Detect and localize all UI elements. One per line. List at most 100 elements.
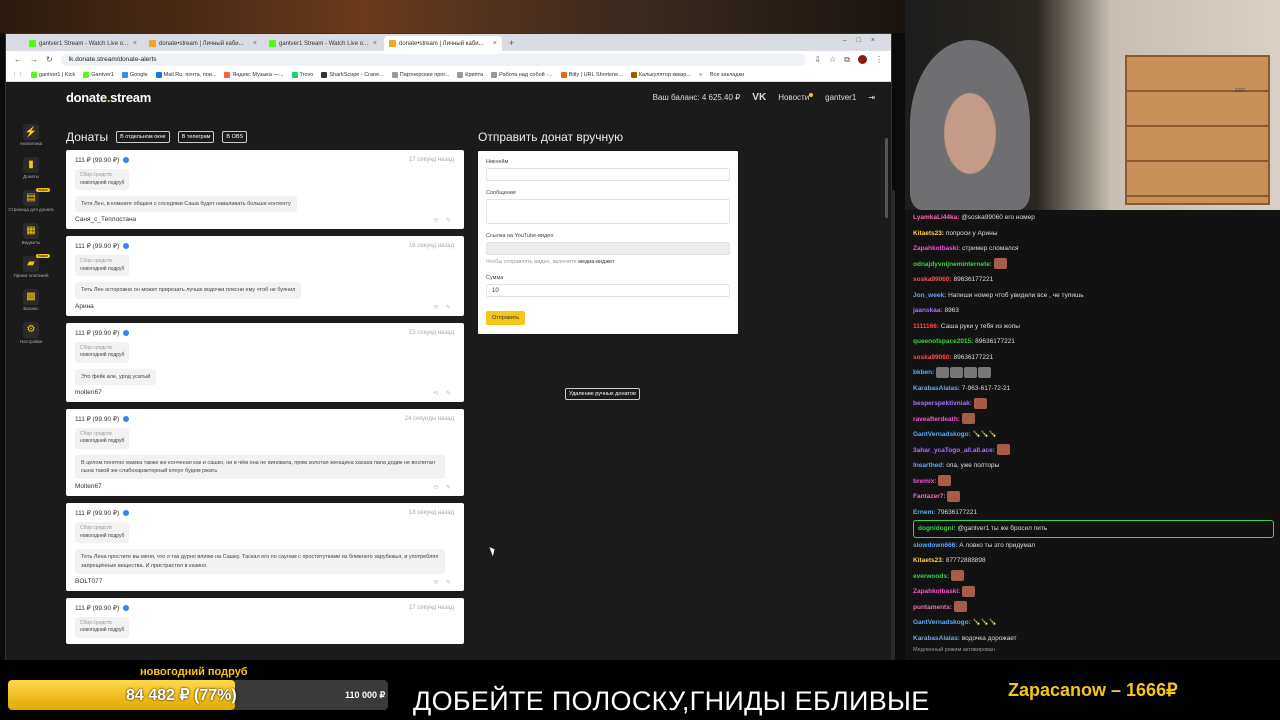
apps-icon[interactable]: ⋮⋮ bbox=[12, 72, 23, 78]
window-controls[interactable]: –□× bbox=[843, 37, 885, 44]
chat-username[interactable]: Kitaets23: bbox=[913, 557, 944, 564]
chat-username[interactable]: bkben: bbox=[913, 369, 934, 376]
forward-icon[interactable]: → bbox=[30, 55, 38, 64]
close-tab-icon[interactable]: × bbox=[493, 40, 497, 47]
sidebar-item[interactable]: ▩ Баланс bbox=[6, 288, 56, 312]
bookmark-item[interactable]: Gantver1 bbox=[83, 71, 114, 78]
browser-tab[interactable]: gantver1 Stream - Watch Live o... × bbox=[24, 36, 142, 51]
bookmark-item[interactable]: gantver1 | Kick bbox=[31, 71, 75, 78]
browser-tab[interactable]: donate•stream | Личный каби... × bbox=[144, 36, 262, 51]
page-scrollbar[interactable] bbox=[885, 130, 889, 645]
extensions-icon[interactable]: ⧉ bbox=[844, 55, 850, 65]
chat-username[interactable]: Zapahkolbaski: bbox=[913, 245, 960, 252]
chat-username[interactable]: Fantazer7: bbox=[913, 493, 946, 500]
sidebar-item[interactable]: ▮ Донаты bbox=[6, 156, 56, 180]
new-badge: Новое bbox=[35, 187, 50, 192]
chat-username[interactable]: 3ahar_ycaTogo_aIl.aIl.ace: bbox=[913, 447, 995, 454]
more-bookmarks-icon[interactable]: » bbox=[699, 72, 702, 78]
close-tab-icon[interactable]: × bbox=[373, 40, 377, 47]
chat-username[interactable]: slowdown666: bbox=[913, 542, 957, 549]
youtube-input bbox=[486, 242, 730, 255]
chat-username[interactable]: dognidogni: bbox=[918, 525, 956, 532]
nickname-input[interactable] bbox=[486, 168, 730, 181]
bookmark-item[interactable]: Mail.Ru: почта, пои... bbox=[155, 71, 216, 78]
close-tab-icon[interactable]: × bbox=[133, 40, 137, 47]
sum-input[interactable]: 10 bbox=[486, 284, 730, 297]
chat-username[interactable]: Inearthed: bbox=[913, 462, 944, 469]
bookmark-item[interactable]: Партнерские прог... bbox=[391, 71, 449, 78]
chat-username[interactable]: besperspektivniak: bbox=[913, 400, 972, 407]
chat-username[interactable]: puntaments: bbox=[913, 604, 952, 611]
news-link[interactable]: Новости bbox=[778, 92, 814, 102]
sidebar-item[interactable]: ⚙ Настройки bbox=[6, 321, 56, 345]
sidebar-item[interactable]: ⚡ Аналитика bbox=[6, 124, 56, 147]
url-input[interactable]: lk.donate.stream/donate-alerts bbox=[60, 53, 807, 66]
chat-username[interactable]: LyamkaLi44ka: bbox=[913, 214, 959, 221]
bookmark-item[interactable]: Крипта bbox=[457, 71, 484, 78]
delete-manual-donations-button[interactable]: Удаление ручных донатов bbox=[565, 388, 640, 400]
telegram-button[interactable]: В телеграм bbox=[177, 131, 215, 143]
open-window-button[interactable]: В отдельном окне bbox=[116, 131, 170, 143]
chat-username[interactable]: soska99060: bbox=[913, 276, 952, 283]
chat-username[interactable]: everwoods: bbox=[913, 573, 949, 580]
chat-username[interactable]: bremix: bbox=[913, 478, 936, 485]
bookmark-item[interactable]: Trovo bbox=[291, 71, 313, 78]
browser-tab[interactable]: gantver1 Stream - Watch Live o... × bbox=[264, 36, 382, 51]
bookmark-item[interactable]: SharkScope - Crane... bbox=[321, 71, 384, 78]
bookmark-item[interactable]: Яндекс Музыка —... bbox=[224, 71, 284, 78]
chat-username[interactable]: Kitaets23: bbox=[913, 230, 944, 237]
close-tab-icon[interactable]: × bbox=[253, 40, 257, 47]
chat-username[interactable]: GantVernadskogo: bbox=[913, 431, 971, 438]
back-icon[interactable]: ← bbox=[14, 55, 22, 64]
chat-message: dognidogni: @gantver1 ты же бросил пить bbox=[913, 520, 1274, 538]
bookmark-item[interactable]: Google bbox=[121, 71, 148, 78]
profile-avatar[interactable] bbox=[858, 55, 867, 64]
bookmark-label: Крипта bbox=[465, 71, 484, 78]
browser-tab[interactable]: donate•stream | Личный каби... × bbox=[384, 36, 502, 51]
donation-actions[interactable]: ⟲ ✎ bbox=[433, 484, 454, 491]
donation-card: 111 ₽ (99.90 ₽) 18 секунд назад Сбор средс… bbox=[66, 503, 464, 591]
chat-username[interactable]: Jon_week: bbox=[913, 292, 946, 299]
chat-scrollbar[interactable] bbox=[891, 190, 895, 660]
tab-strip: gantver1 Stream - Watch Live o... × donate… bbox=[6, 34, 891, 51]
sidebar-item[interactable]: ▦ Виджеты bbox=[6, 222, 56, 246]
chat-username[interactable]: jaanskaa: bbox=[913, 307, 943, 314]
donation-amount-text: 111 ₽ (99.90 ₽) bbox=[75, 415, 120, 423]
chat-username[interactable]: KarabasAlalas: bbox=[913, 385, 960, 392]
vk-icon[interactable]: VK bbox=[752, 92, 766, 103]
sidebar-item[interactable]: ▤ Страница для доната Новое bbox=[6, 187, 56, 213]
chat-username[interactable]: queenofspace2015: bbox=[913, 338, 973, 345]
donation-actions[interactable]: ⟲ ✎ bbox=[433, 390, 454, 397]
chat-username[interactable]: Ernem: bbox=[913, 509, 935, 516]
bookmark-icon bbox=[83, 71, 90, 78]
all-bookmarks[interactable]: Все закладки bbox=[710, 72, 744, 78]
bookmark-item[interactable]: Калькулятор квазр... bbox=[630, 71, 691, 78]
install-icon[interactable]: ⇩ bbox=[814, 55, 821, 64]
chat-username[interactable]: Zapahkolbaski: bbox=[913, 588, 960, 595]
chat-username[interactable]: 1111166: bbox=[913, 323, 939, 330]
bookmark-item[interactable]: Работа над собой -... bbox=[491, 71, 553, 78]
site-logo[interactable]: donate.stream bbox=[66, 90, 151, 105]
bookmark-star-icon[interactable]: ☆ bbox=[829, 55, 836, 64]
user-name[interactable]: gantver1 bbox=[825, 93, 856, 102]
obs-button[interactable]: В OBS bbox=[222, 131, 248, 143]
donation-actions[interactable]: ⟲ ✎ bbox=[433, 304, 454, 311]
chat-username[interactable]: GantVernadskogo: bbox=[913, 619, 971, 626]
emote-icon bbox=[978, 366, 992, 378]
media-widget-link[interactable]: медиа-виджет bbox=[578, 259, 614, 265]
chat-message: jaanskaa: 8963 bbox=[913, 303, 1274, 319]
reload-icon[interactable]: ↻ bbox=[46, 55, 53, 64]
chat-username[interactable]: KarabasAlalas: bbox=[913, 635, 960, 642]
donation-actions[interactable]: ⟲ ✎ bbox=[433, 217, 454, 224]
chat-username[interactable]: raveafterdeath: bbox=[913, 416, 960, 423]
menu-icon[interactable]: ⋮ bbox=[875, 55, 883, 64]
chat-username[interactable]: odnajdyvnijneminternete: bbox=[913, 261, 992, 268]
sidebar-item[interactable]: ▰ Прием платежей Новое bbox=[6, 253, 56, 279]
chat-username[interactable]: soska99060: bbox=[913, 354, 952, 361]
send-button[interactable]: Отправить bbox=[486, 311, 526, 325]
logout-icon[interactable]: ⇥ bbox=[868, 93, 875, 102]
bookmark-item[interactable]: Bitly | URL Shortene... bbox=[560, 71, 623, 78]
donation-actions[interactable]: ⟲ ✎ bbox=[433, 579, 454, 586]
new-tab-icon[interactable]: + bbox=[504, 38, 519, 48]
message-input[interactable] bbox=[486, 199, 730, 224]
